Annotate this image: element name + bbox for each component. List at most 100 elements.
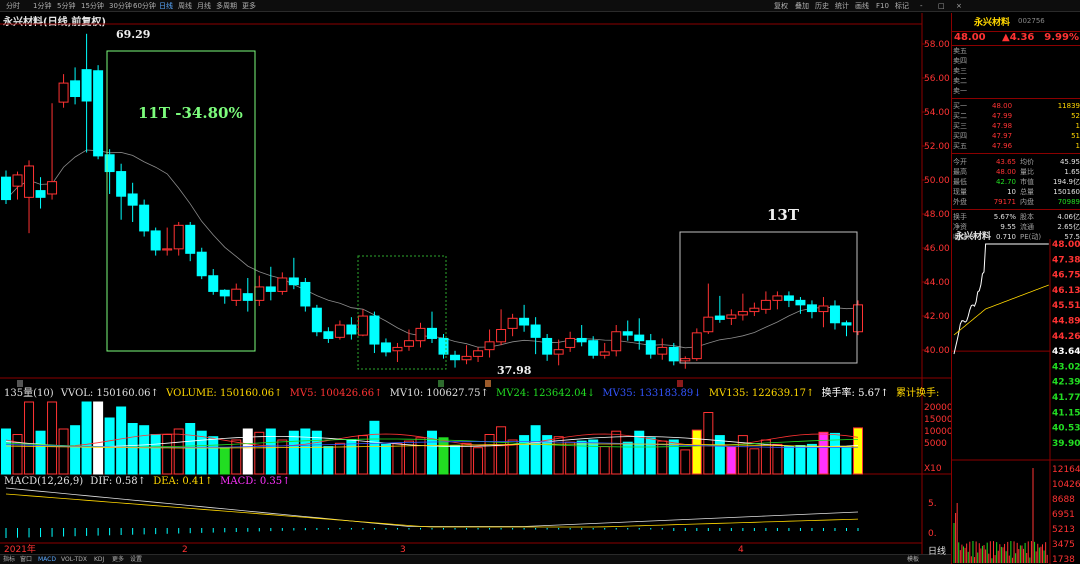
candle-down	[530, 324, 541, 338]
candle-down	[300, 281, 311, 307]
candle-down	[1, 176, 11, 201]
bid-row: 买三 47.98 1	[952, 121, 1080, 131]
price-tick-label: 54.00	[924, 108, 950, 118]
volume-bar	[196, 430, 207, 475]
bid-row: 买一 48.00 11839	[952, 101, 1080, 111]
tab-macd[interactable]: MACD	[38, 555, 56, 564]
volume-bar	[530, 425, 541, 475]
candle-down	[783, 295, 794, 301]
candle-down	[588, 340, 599, 356]
price-tick-label: 50.00	[924, 176, 950, 186]
candle-up	[553, 349, 564, 355]
bid-row: 买二 47.99 52	[952, 111, 1080, 121]
stock-name[interactable]: 永兴材料	[974, 15, 1010, 28]
bid-label: 买二	[953, 112, 967, 120]
candle-up	[726, 314, 737, 319]
candle-up	[818, 305, 829, 313]
indicator-tabs: 指标 窗口 MACD VOL-TDX KDJ 更多 设置 模板	[0, 554, 951, 564]
volume-bar	[81, 401, 92, 475]
tab-settings[interactable]: 设置	[130, 555, 142, 564]
candle-down	[208, 275, 219, 292]
stat-value: 2.65亿	[1057, 223, 1080, 231]
template-button[interactable]: 模板	[907, 555, 919, 564]
bid-label: 买一	[953, 102, 967, 110]
candle-up	[507, 317, 518, 329]
candle-down	[634, 334, 645, 342]
stat-row: 最低 42.70 市值 194.9亿	[952, 177, 1080, 187]
volume-bar	[24, 401, 35, 475]
close-icon[interactable]: ×	[956, 0, 962, 12]
tab-kdj[interactable]: KDJ	[94, 555, 104, 564]
tab-window[interactable]: 窗口	[20, 555, 32, 564]
candle-down	[438, 337, 449, 355]
candle-down	[380, 342, 391, 353]
volume-bar	[795, 445, 806, 475]
volume-bar	[450, 445, 461, 475]
ask-label: 卖五	[953, 47, 967, 55]
macd-tick-label: 5.	[928, 499, 937, 509]
stat-label: 最高	[953, 168, 967, 176]
tab-vol-tdx[interactable]: VOL-TDX	[61, 555, 87, 564]
volume-bar	[116, 406, 127, 475]
volume-bar	[749, 448, 760, 475]
divider	[952, 98, 1080, 99]
candle-down	[288, 277, 299, 286]
volume-bar	[70, 425, 81, 475]
volume-bar	[208, 436, 219, 475]
stat-value: 70989	[1057, 198, 1080, 206]
bid-price: 47.99	[992, 112, 1013, 120]
bid-volume: 51	[1071, 132, 1080, 140]
volume-bar	[818, 431, 829, 475]
candle-down	[450, 354, 461, 361]
volume-bar	[162, 434, 173, 475]
macd-indicator-row: MACD(12,26,9) DIF: 0.58↑ DEA: 0.41↑ MACD…	[4, 476, 294, 487]
volume-bar	[496, 426, 507, 475]
bid-label: 买四	[953, 132, 967, 140]
tab-more[interactable]: 更多	[112, 555, 124, 564]
ask-label: 卖二	[953, 77, 967, 85]
candle-down	[265, 286, 276, 292]
stat-value: 48.00	[995, 168, 1016, 176]
candlestick-chart: 58.00 56.00 54.00 52.00 50.00 48.00 46.00 44.00…	[0, 13, 951, 554]
quote-price-row: 48.00 ▲4.36 9.99%	[952, 30, 1080, 46]
stat-row: 现量 10 总量 150160	[952, 187, 1080, 197]
volume-bar	[588, 439, 599, 475]
stat-label: 换手	[953, 213, 967, 221]
low-price-label: 37.98	[497, 364, 532, 377]
candle-down	[427, 327, 437, 339]
volume-bar	[1, 428, 11, 475]
tab-indicator[interactable]: 指标	[3, 555, 15, 564]
dif-value: DIF: 0.58↑	[90, 476, 147, 487]
candle-up	[496, 328, 507, 343]
volume-bar	[841, 446, 852, 475]
bid-label: 买五	[953, 142, 967, 150]
volume-bar	[35, 430, 46, 475]
candle-down	[346, 324, 357, 335]
stat-value: 45.95	[1059, 158, 1080, 166]
intraday-volume-tick: 12164	[1052, 465, 1080, 475]
volume-bar	[369, 420, 380, 475]
stat-row: 今开 43.65 均价 45.95	[952, 157, 1080, 167]
stat-value: 1.65	[1064, 168, 1080, 176]
stat-label: 量比	[1020, 168, 1034, 176]
volume-bar	[185, 423, 196, 475]
volume-bar	[346, 439, 357, 475]
candle-up	[737, 311, 748, 316]
mv24-value: MV24: 123642.04↓	[496, 388, 596, 399]
candle-up	[760, 299, 771, 310]
divider	[952, 153, 1080, 154]
candle-down	[806, 304, 817, 313]
candle-up	[277, 277, 288, 292]
ask-label: 卖一	[953, 87, 967, 95]
candle-down	[311, 307, 322, 333]
volume-bar	[565, 441, 576, 475]
candle-down	[576, 337, 587, 343]
high-price-label: 69.29	[116, 28, 151, 41]
stat-value: 79171	[993, 198, 1016, 206]
candle-down	[139, 204, 150, 232]
volume-tick-label: 10000	[924, 427, 951, 437]
x-axis-label: 3	[400, 545, 406, 554]
dea-value: DEA: 0.41↑	[153, 476, 213, 487]
bid-label: 买三	[953, 122, 967, 130]
volume-bar	[173, 428, 184, 475]
